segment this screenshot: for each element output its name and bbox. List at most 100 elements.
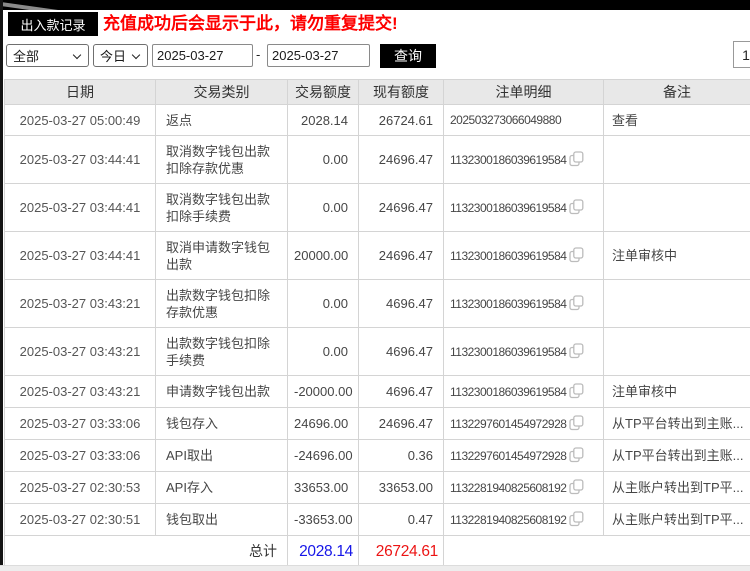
cell-date: 2025-03-27 05:00:49 [5, 105, 156, 136]
remark-text: 从TP平台转出到主账... [612, 416, 743, 431]
cell-detail: 1132300186039619584 [444, 136, 604, 184]
cell-detail: 1132300186039619584 [444, 184, 604, 232]
cell-balance: 24696.47 [359, 408, 444, 440]
cell-balance: 4696.47 [359, 328, 444, 376]
date-from-input[interactable] [152, 44, 253, 67]
cell-date: 2025-03-27 02:30:53 [5, 472, 156, 504]
cell-type: 出款数字钱包扣除手续费 [156, 328, 288, 376]
remark-text: 注单审核中 [612, 248, 677, 263]
transaction-type-select[interactable]: 全部 [6, 44, 89, 67]
copy-icon[interactable] [569, 415, 584, 431]
copy-icon[interactable] [569, 199, 584, 215]
copy-icon[interactable] [569, 343, 584, 359]
cell-balance: 26724.61 [359, 105, 444, 136]
transactions-table-wrap: 日期 交易类别 交易额度 现有额度 注单明细 备注 2025-03-27 05:… [4, 79, 750, 568]
cell-detail: 1132300186039619584 [444, 280, 604, 328]
cell-type: API取出 [156, 440, 288, 472]
table-row: 2025-03-27 02:30:53 API存入 33653.00 33653… [5, 472, 750, 504]
top-black-band [0, 0, 750, 10]
cell-balance: 0.47 [359, 504, 444, 536]
cell-balance: 0.36 [359, 440, 444, 472]
cell-remark [604, 328, 750, 376]
totals-row: 总计 2028.14 26724.61 [5, 536, 750, 568]
cell-detail: 202503273066049880 [444, 105, 604, 136]
table-row: 2025-03-27 03:33:06 API取出 -24696.00 0.36… [5, 440, 750, 472]
col-header-type: 交易类别 [156, 80, 288, 105]
bottom-gray-strip [0, 565, 750, 571]
copy-icon[interactable] [569, 511, 584, 527]
cell-remark: 从TP平台转出到主账... [604, 440, 750, 472]
copy-icon[interactable] [569, 447, 584, 463]
totals-label: 总计 [5, 536, 288, 568]
transaction-type-select-value: 全部 [13, 46, 39, 65]
filter-bar: 全部 今日 - 查询 [0, 44, 750, 70]
cell-remark [604, 136, 750, 184]
copy-icon[interactable] [569, 295, 584, 311]
cell-detail: 1132297601454972928 [444, 408, 604, 440]
copy-icon[interactable] [569, 479, 584, 495]
cell-amount: -24696.00 [288, 440, 359, 472]
cell-detail: 1132297601454972928 [444, 440, 604, 472]
remark-text: 从主账户转出到TP平... [612, 480, 743, 495]
col-header-amount: 交易额度 [288, 80, 359, 105]
cell-balance: 24696.47 [359, 136, 444, 184]
cell-balance: 24696.47 [359, 184, 444, 232]
transactions-page: { "page": { "tab_label": "出入款记录", "warni… [0, 0, 750, 571]
cell-remark: 从主账户转出到TP平... [604, 472, 750, 504]
detail-number: 1132300186039619584 [450, 345, 566, 359]
cell-date: 2025-03-27 03:33:06 [5, 440, 156, 472]
cell-detail: 1132300186039619584 [444, 232, 604, 280]
page-number-input[interactable] [733, 41, 750, 68]
cell-remark: 注单审核中 [604, 376, 750, 408]
cell-type: 申请数字钱包出款 [156, 376, 288, 408]
detail-number: 1132281940825608192 [450, 513, 566, 527]
chevron-down-icon [73, 51, 81, 59]
cell-amount: 33653.00 [288, 472, 359, 504]
cell-type: 取消数字钱包出款扣除存款优惠 [156, 136, 288, 184]
left-edge-strip [0, 0, 3, 571]
cell-type: 取消申请数字钱包出款 [156, 232, 288, 280]
cell-detail: 1132300186039619584 [444, 328, 604, 376]
remark-text: 注单审核中 [612, 384, 677, 399]
detail-number: 1132300186039619584 [450, 385, 566, 399]
col-header-date: 日期 [5, 80, 156, 105]
copy-icon[interactable] [569, 383, 584, 399]
table-row: 2025-03-27 03:44:41 取消数字钱包出款扣除手续费 0.00 2… [5, 184, 750, 232]
cell-remark: 查看 [604, 105, 750, 136]
cell-amount: 0.00 [288, 280, 359, 328]
cell-remark: 从TP平台转出到主账... [604, 408, 750, 440]
cell-amount: 0.00 [288, 328, 359, 376]
cell-type: 钱包存入 [156, 408, 288, 440]
cell-balance: 24696.47 [359, 232, 444, 280]
date-separator: - [256, 47, 260, 62]
cell-detail: 1132281940825608192 [444, 504, 604, 536]
table-row: 2025-03-27 02:30:51 钱包取出 -33653.00 0.47 … [5, 504, 750, 536]
query-button[interactable]: 查询 [380, 44, 436, 68]
totals-balance: 26724.61 [359, 536, 444, 568]
cell-detail: 1132281940825608192 [444, 472, 604, 504]
cell-amount: 0.00 [288, 184, 359, 232]
cell-balance: 4696.47 [359, 280, 444, 328]
date-to-input[interactable] [267, 44, 370, 67]
cell-type: 钱包取出 [156, 504, 288, 536]
cell-amount: 24696.00 [288, 408, 359, 440]
cell-remark [604, 184, 750, 232]
cell-type: 返点 [156, 105, 288, 136]
deposit-withdraw-records-tab[interactable]: 出入款记录 [8, 12, 98, 36]
cell-detail: 1132300186039619584 [444, 376, 604, 408]
cell-amount: 0.00 [288, 136, 359, 184]
cell-amount: -20000.00 [288, 376, 359, 408]
table-row: 2025-03-27 03:44:41 取消数字钱包出款扣除存款优惠 0.00 … [5, 136, 750, 184]
cell-date: 2025-03-27 03:44:41 [5, 136, 156, 184]
remark-text: 从TP平台转出到主账... [612, 448, 743, 463]
table-row: 2025-03-27 03:33:06 钱包存入 24696.00 24696.… [5, 408, 750, 440]
cell-remark: 从主账户转出到TP平... [604, 504, 750, 536]
copy-icon[interactable] [569, 247, 584, 263]
date-range-select[interactable]: 今日 [93, 44, 148, 67]
view-remark-link[interactable]: 查看 [612, 113, 638, 128]
cell-date: 2025-03-27 03:43:21 [5, 376, 156, 408]
cell-date: 2025-03-27 03:43:21 [5, 328, 156, 376]
cell-amount: -33653.00 [288, 504, 359, 536]
copy-icon[interactable] [569, 151, 584, 167]
decorative-diagonal [0, 1, 71, 10]
